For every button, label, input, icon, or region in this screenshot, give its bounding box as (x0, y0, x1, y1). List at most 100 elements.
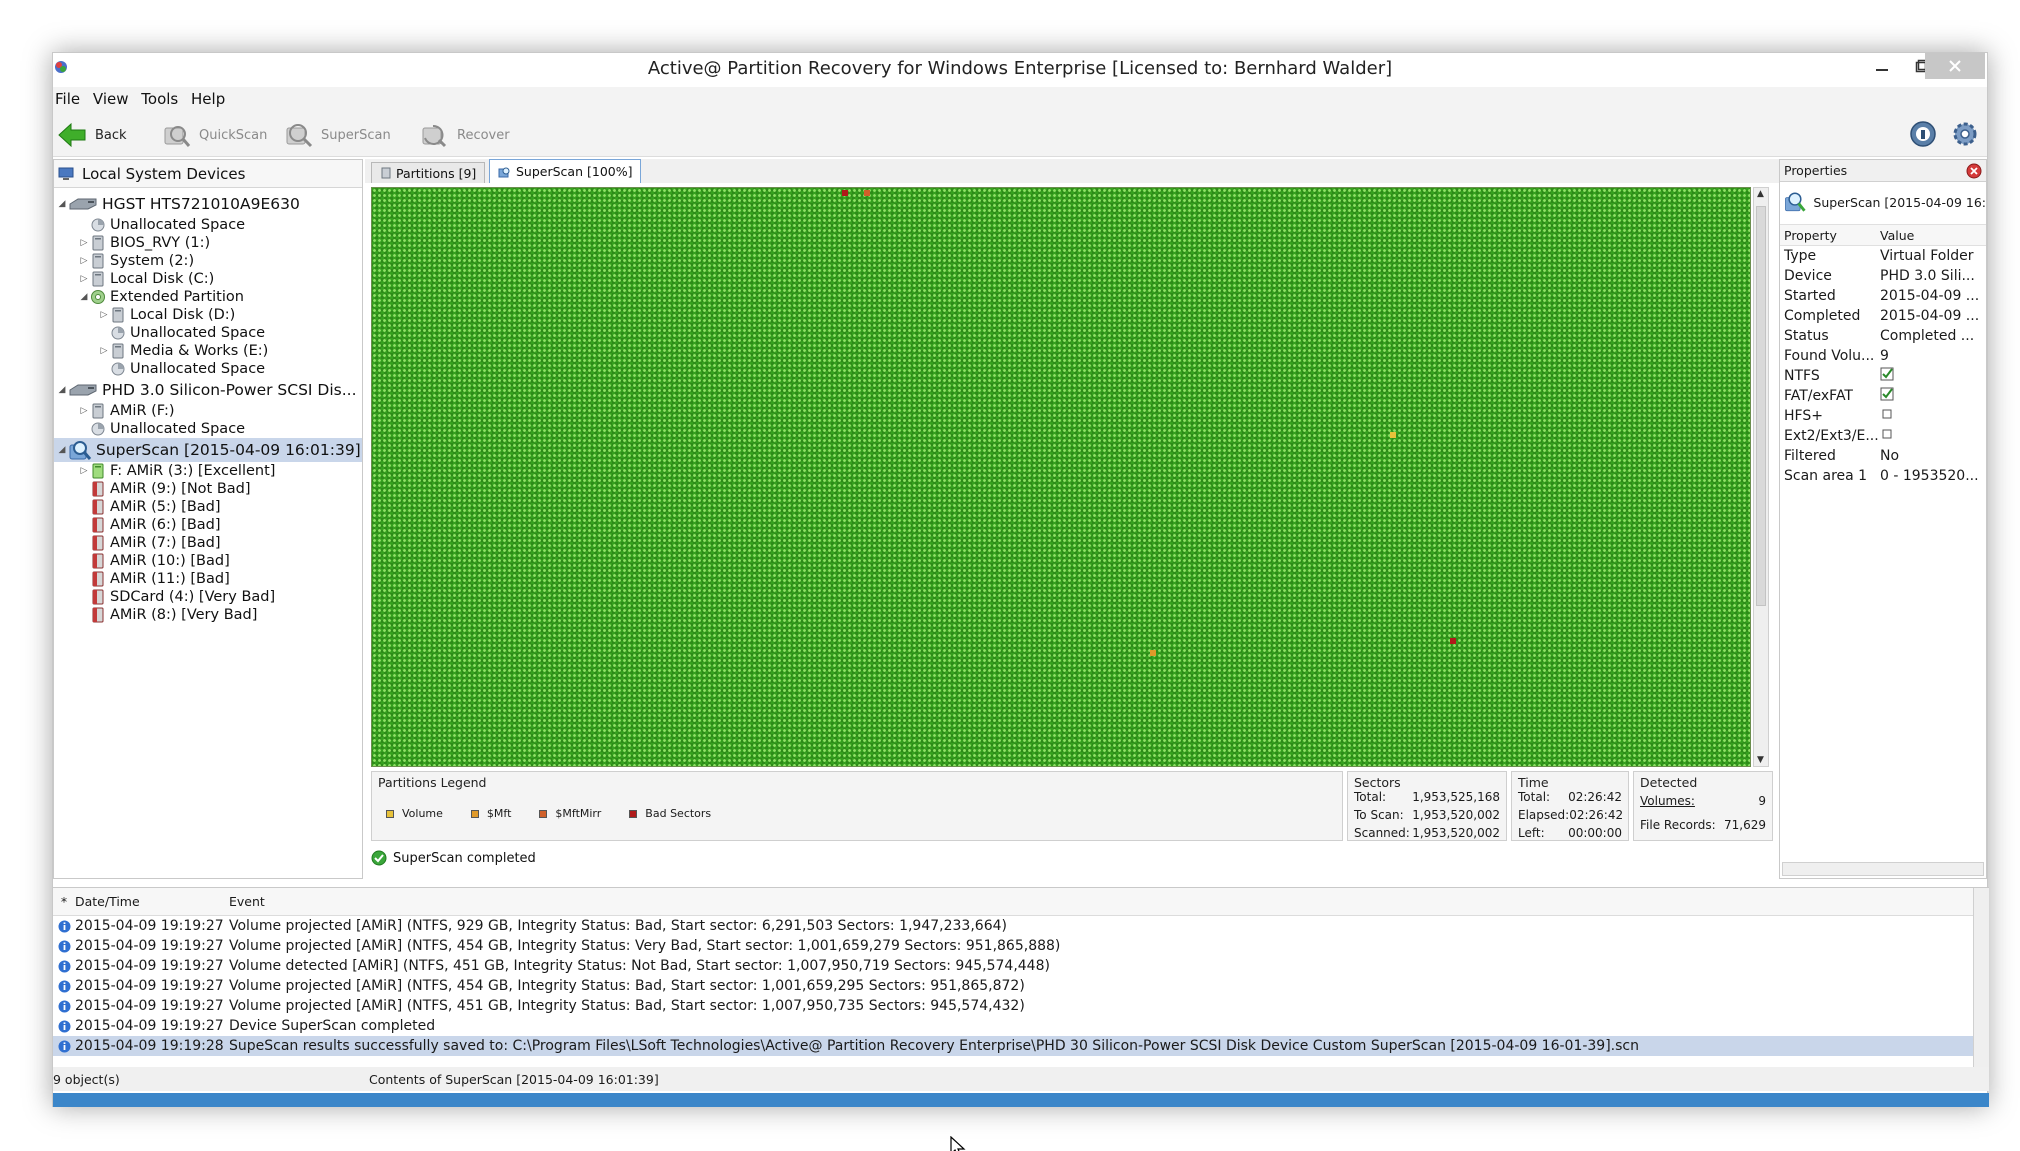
stat-label: Scanned: (1354, 826, 1410, 840)
stat-value: 1,953,520,002 (1412, 808, 1500, 822)
info-icon (58, 1000, 70, 1012)
property-value: 0 - 1953520... (1880, 468, 1979, 484)
info-icon (58, 980, 70, 992)
log-row[interactable]: 2015-04-09 19:19:27 Device SuperScan comp… (53, 1016, 1989, 1036)
tree-item-found-amir-3[interactable]: ▷ F: AMiR (3:) [Excellent] (54, 462, 362, 480)
log-row[interactable]: 2015-04-09 19:19:27 Volume projected [AMi… (53, 916, 1989, 936)
expand-icon[interactable]: ▷ (78, 238, 90, 248)
partition-icon (112, 343, 124, 359)
property-value (1880, 387, 1984, 405)
tree-item-label: F: AMiR (3:) [Excellent] (110, 463, 276, 479)
tree-item-unallocated[interactable]: Unallocated Space (54, 420, 362, 438)
menu-view[interactable]: View (91, 87, 135, 108)
log-row[interactable]: 2015-04-09 19:19:27 Volume projected [AMi… (53, 976, 1989, 996)
expand-icon[interactable]: ▷ (98, 310, 110, 320)
tree-item-system[interactable]: ▷ System (2:) (54, 252, 362, 270)
bad-sector-marker (1450, 638, 1456, 644)
window-title: Active@ Partition Recovery for Windows E… (647, 58, 1393, 79)
help-icon[interactable] (1909, 120, 1937, 148)
log-event: Device SuperScan completed (229, 1018, 436, 1034)
partition-bad-icon (92, 553, 104, 569)
expand-icon[interactable]: ▷ (78, 256, 90, 266)
log-event: Volume projected [AMiR] (NTFS, 454 GB, I… (229, 938, 1061, 954)
tree-item-label: AMiR (5:) [Bad] (110, 499, 221, 515)
tree-item-media-works-e[interactable]: ▷ Media & Works (E:) (54, 342, 362, 360)
quickscan-button[interactable]: QuickScan (161, 119, 267, 151)
menu-help[interactable]: Help (189, 87, 231, 108)
menu-tools[interactable]: Tools (139, 87, 184, 108)
expand-icon[interactable]: ▷ (78, 274, 90, 284)
expand-icon[interactable]: ▷ (98, 346, 110, 356)
column-datetime[interactable]: Date/Time (75, 894, 229, 909)
event-log-header: * Date/Time Event (53, 888, 1989, 916)
tree-item-found-amir-6[interactable]: AMiR (6:) [Bad] (54, 516, 362, 534)
tree-item-found-amir-8[interactable]: AMiR (8:) [Very Bad] (54, 606, 362, 624)
scroll-thumb[interactable] (1756, 206, 1766, 606)
mft-marker (1150, 650, 1156, 656)
tab-superscan[interactable]: SuperScan [100%] (489, 159, 642, 183)
column-value[interactable]: Value (1880, 228, 1984, 243)
tree-item-local-disk-d[interactable]: ▷ Local Disk (D:) (54, 306, 362, 324)
tree-item-found-amir-9[interactable]: AMiR (9:) [Not Bad] (54, 480, 362, 498)
collapse-icon[interactable]: ◢ (56, 199, 68, 209)
back-button[interactable]: Back (57, 119, 127, 151)
tree-item-found-amir-7[interactable]: AMiR (7:) [Bad] (54, 534, 362, 552)
log-row[interactable]: 2015-04-09 19:19:27 Volume projected [AMi… (53, 996, 1989, 1016)
back-arrow-icon (58, 122, 86, 148)
close-properties-icon[interactable] (1966, 163, 1982, 179)
scroll-down-icon[interactable]: ▼ (1757, 755, 1764, 765)
extended-partition-icon (91, 290, 105, 304)
log-row[interactable]: 2015-04-09 19:19:28 SupeScan results succ… (53, 1036, 1989, 1056)
close-button[interactable] (1925, 53, 1985, 79)
tree-item-unallocated[interactable]: Unallocated Space (54, 216, 362, 234)
property-name: Filtered (1784, 448, 1836, 464)
tree-item-unallocated[interactable]: Unallocated Space (54, 324, 362, 342)
legend-item: Volume (386, 807, 443, 820)
tree-item-bios-rvy[interactable]: ▷ BIOS_RVY (1:) (54, 234, 362, 252)
collapse-icon[interactable]: ◢ (56, 385, 68, 395)
legend-swatch (539, 809, 548, 818)
menu-file[interactable]: File (53, 87, 86, 108)
tree-item-unallocated[interactable]: Unallocated Space (54, 360, 362, 378)
status-contents: Contents of SuperScan [2015-04-09 16:01:… (369, 1072, 659, 1087)
column-marker[interactable]: * (53, 894, 75, 909)
stat-row: Total: 02:26:42 (1518, 790, 1622, 804)
collapse-icon[interactable]: ◢ (56, 445, 68, 455)
sector-map-scrollbar[interactable]: ▲ ▼ (1753, 187, 1769, 767)
superscan-button[interactable]: SuperScan (283, 119, 391, 151)
tree-item-found-amir-5[interactable]: AMiR (5:) [Bad] (54, 498, 362, 516)
column-property[interactable]: Property (1780, 228, 1880, 243)
column-event[interactable]: Event (229, 894, 1989, 909)
expand-icon[interactable]: ▷ (78, 406, 90, 416)
tree-item-label: Local Disk (C:) (110, 271, 215, 287)
collapse-icon[interactable]: ◢ (78, 292, 90, 302)
expand-icon[interactable]: ▷ (78, 466, 90, 476)
log-row[interactable]: 2015-04-09 19:19:27 Volume detected [AMiR… (53, 956, 1989, 976)
tree-item-found-amir-11[interactable]: AMiR (11:) [Bad] (54, 570, 362, 588)
tree-item-amir-f[interactable]: ▷ AMiR (F:) (54, 402, 362, 420)
tree-item-label: AMiR (11:) [Bad] (110, 571, 230, 587)
stat-value: 1,953,525,168 (1412, 790, 1500, 804)
legend-label: Volume (402, 807, 443, 820)
property-row: Found Volu... 9 (1780, 346, 1986, 366)
scroll-up-icon[interactable]: ▲ (1757, 189, 1764, 199)
minimize-button[interactable] (1861, 53, 1903, 79)
hard-disk-icon (69, 198, 97, 210)
tree-item-found-amir-10[interactable]: AMiR (10:) [Bad] (54, 552, 362, 570)
tree-item-hgst-disk[interactable]: ◢ HGST HTS721010A9E630 (54, 192, 362, 216)
recover-button[interactable]: Recover (419, 119, 510, 151)
settings-gear-icon[interactable] (1951, 120, 1979, 148)
tree-item-found-sdcard-4[interactable]: SDCard (4:) [Very Bad] (54, 588, 362, 606)
tree-item-label: AMiR (7:) [Bad] (110, 535, 221, 551)
properties-scrollbar[interactable] (1782, 862, 1984, 876)
tree-item-superscan[interactable]: ◢ SuperScan [2015-04-09 16:01:39] (54, 438, 362, 462)
menu-bar: File View Tools Help (53, 87, 1987, 113)
property-name: NTFS (1784, 368, 1820, 384)
tree-item-extended-partition[interactable]: ◢ Extended Partition (54, 288, 362, 306)
volumes-link[interactable]: Volumes: (1640, 794, 1695, 808)
event-log-scrollbar[interactable] (1973, 888, 1989, 1068)
tree-item-phd-disk[interactable]: ◢ PHD 3.0 Silicon-Power SCSI Dis... (54, 378, 362, 402)
tab-partitions[interactable]: Partitions [9] (371, 162, 486, 183)
log-row[interactable]: 2015-04-09 19:19:27 Volume projected [AMi… (53, 936, 1989, 956)
tree-item-local-disk-c[interactable]: ▷ Local Disk (C:) (54, 270, 362, 288)
